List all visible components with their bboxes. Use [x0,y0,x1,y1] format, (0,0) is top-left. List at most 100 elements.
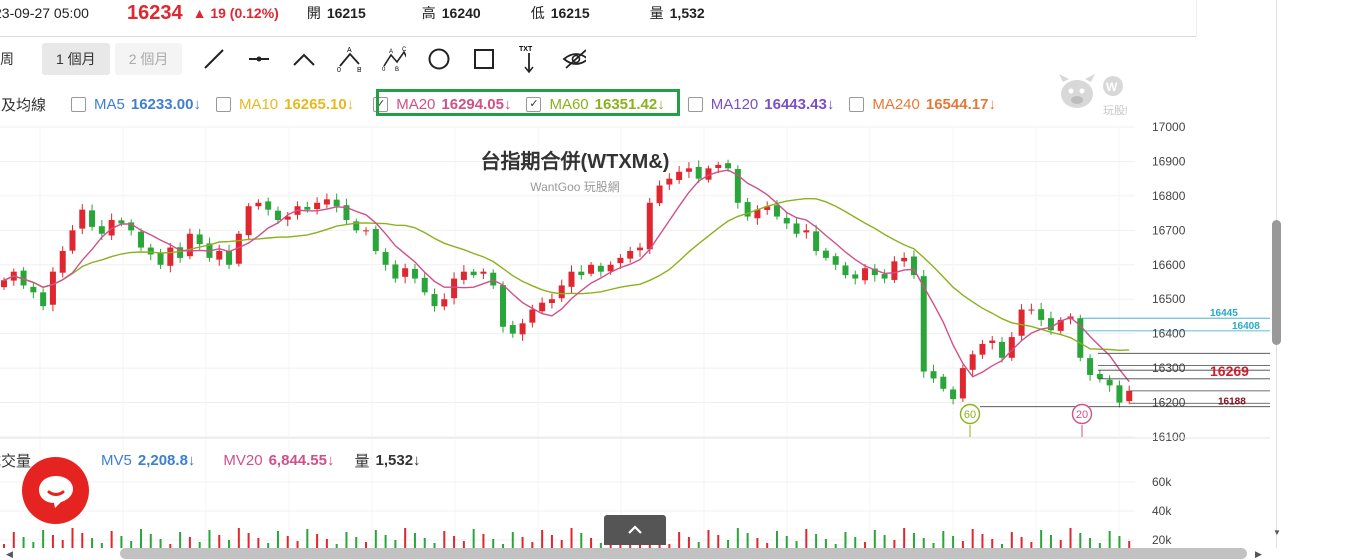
candle-body [255,202,262,207]
candle-body [118,220,125,224]
price-line-label: 16188 [1218,397,1246,408]
candle-body [695,166,702,179]
ma5-toggle[interactable]: MA5 16233.00 ↓ [71,96,201,113]
price-tick-label: 16200 [1152,396,1186,410]
ma240-toggle[interactable]: MA240 16544.17 ↓ [849,96,996,113]
price-tick-label: 16900 [1152,154,1186,168]
price-tick-label: 16700 [1152,223,1186,237]
candle-body [333,199,340,207]
candle-body [930,371,937,379]
candle-body [979,344,986,355]
price-tick-label: 17000 [1152,120,1186,134]
candle-body [30,286,37,293]
collapse-panel-button[interactable] [604,515,666,545]
abcd-wave-icon[interactable]: ACBD0 [382,47,407,72]
volume-bar [727,540,730,548]
period-week-button[interactable]: 周 [0,43,28,75]
chart-toolbar: 周 1 個月 2 個月 A0B ACBD0 TXT [0,42,1366,76]
period-1month-button[interactable]: 1 個月 [42,43,110,75]
volume-bar [91,538,94,548]
ma120-toggle[interactable]: MA120 16443.43 ↓ [687,95,835,113]
chat-button[interactable] [22,457,89,524]
candle-body [725,163,732,169]
svg-text:0: 0 [382,67,386,72]
volume-legend: 成交量 MV5 2,208.8 ↓ MV20 6,844.55 ↓ 量 1,53… [0,449,1366,471]
mv20-value: 6,844.55 [268,451,327,469]
ma5-checkbox[interactable] [71,96,87,112]
candle-body [715,164,722,168]
candle-body [490,272,497,286]
hide-eye-icon[interactable] [562,47,587,71]
volume-value: 1,532 [669,5,705,21]
candle-body [1126,390,1133,402]
ma10-toggle[interactable]: MA10 16265.10 ↓ [215,95,354,113]
candle-body [969,354,976,370]
candle-body [245,206,252,236]
candle-body [676,171,683,181]
volume-bar [991,539,994,548]
volume-bar [443,531,446,548]
period-2month-button[interactable]: 2 個月 [114,43,183,75]
price-tick-label: 16600 [1152,258,1186,272]
volume-bar [32,542,35,548]
ma120-name: MA120 [710,95,759,113]
candle-body [881,274,888,279]
volume-bar [1010,532,1013,548]
candle-body [59,251,66,273]
candle-body [226,251,233,265]
volume-bar [873,530,876,548]
ma120-arrow: ↓ [826,95,835,113]
text-arrow-icon[interactable]: TXT [517,46,541,74]
volume-bar [805,529,808,548]
candle-body [372,228,379,251]
line-icon[interactable] [202,47,226,71]
ma10-checkbox[interactable] [215,96,231,112]
candle-body [69,230,76,251]
candle-body [431,294,438,307]
angle-icon[interactable] [292,47,316,71]
price-line-label: 16408 [1232,321,1260,332]
candle-body [500,285,507,327]
candle-body [773,205,780,217]
svg-text:A: A [389,49,393,55]
candle-body [901,257,908,262]
candlestick-chart[interactable]: 台指期合併(WTXM&) WantGoo 玩股網 164451640816343… [0,120,1270,548]
horizontal-line-icon[interactable] [247,47,271,71]
circle-icon[interactable] [427,47,451,71]
candle-body [842,265,849,276]
scroll-right-arrow-icon[interactable]: ▶ [1255,549,1262,560]
vertical-scrollbar-thumb[interactable] [1272,220,1281,345]
candle-body [304,206,311,210]
high-label: 高 [421,5,436,21]
scroll-left-arrow-icon[interactable]: ◀ [6,549,13,560]
candle-body [685,168,692,172]
volume-bar [61,540,64,548]
candle-body [509,325,516,334]
ma10-value: 16265.10 [284,95,347,113]
txt-label: TXT [519,46,533,53]
marker-label: 60 [964,409,976,421]
candle-body [627,251,634,259]
scroll-down-arrow-icon[interactable]: ▼ [1273,528,1281,537]
chart-subtitle: WantGoo 玩股網 [530,180,620,194]
chat-icon [38,475,73,508]
volume-bar [306,529,309,548]
ma120-checkbox[interactable] [687,96,703,112]
volume-tick-label: 20k [1152,533,1172,547]
volume-grid: 60k 40k 20k [0,475,1172,547]
candle-body [519,323,526,335]
volume-bar [42,530,45,548]
volume-bar [218,535,221,548]
svg-text:C: C [402,47,406,53]
ma240-checkbox[interactable] [849,96,865,112]
candle-body [157,253,164,265]
volume-bar [51,535,54,548]
abcd-pattern-icon[interactable]: A 0 B [337,47,361,72]
candle-body [274,210,281,220]
price-tick-label: 16400 [1152,327,1186,341]
price-line-label: 16445 [1210,308,1238,319]
horizontal-scrollbar-thumb[interactable] [120,548,1247,559]
rectangle-icon[interactable] [472,47,496,71]
volume-bar [1040,530,1043,548]
candle-body [323,199,330,205]
